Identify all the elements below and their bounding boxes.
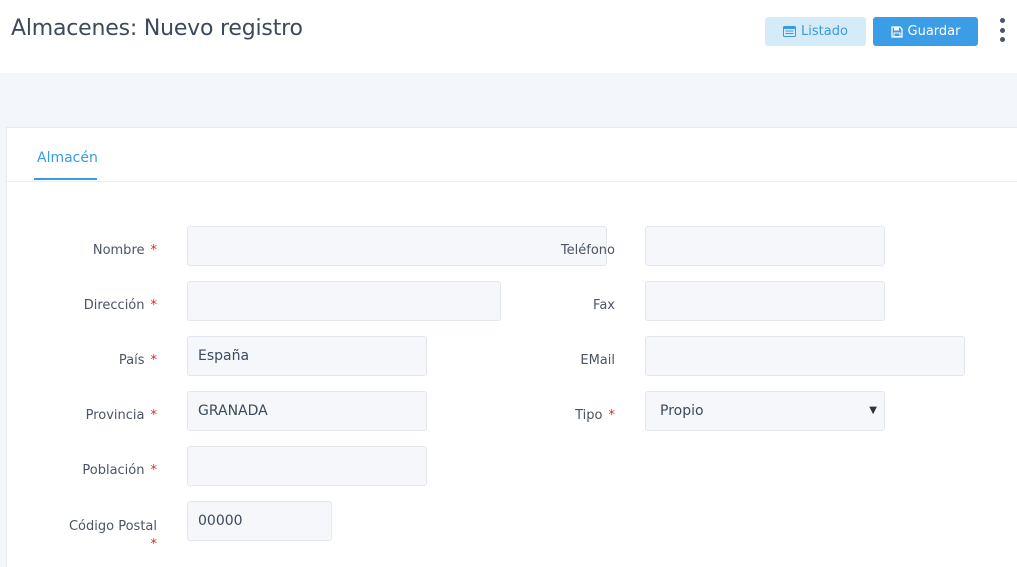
provincia-label: Provincia * xyxy=(85,408,158,423)
required-mark: * xyxy=(150,408,158,423)
page-title: Almacenes: Nuevo registro xyxy=(11,16,303,41)
pais-input[interactable] xyxy=(187,336,427,376)
tab-almacen[interactable]: Almacén xyxy=(35,150,100,166)
nombre-input[interactable] xyxy=(187,226,607,266)
tipo-select[interactable]: Propio ▼ xyxy=(645,391,885,431)
required-mark: * xyxy=(608,408,616,423)
telefono-label: Teléfono xyxy=(560,243,615,258)
listado-button[interactable]: Listado xyxy=(765,17,866,46)
guardar-label: Guardar xyxy=(907,24,961,39)
floppy-disk-icon xyxy=(890,25,903,38)
vertical-ellipsis-icon[interactable] xyxy=(994,18,1010,42)
dot xyxy=(999,27,1005,33)
codigo-postal-label: Código Postal * xyxy=(68,519,158,552)
required-mark: * xyxy=(150,463,158,478)
fax-label: Fax xyxy=(593,298,615,313)
tipo-selected-value: Propio xyxy=(660,403,704,419)
chevron-down-icon: ▼ xyxy=(869,405,877,416)
active-tab-indicator xyxy=(34,178,97,180)
email-label: EMail xyxy=(580,353,615,368)
dot xyxy=(999,18,1005,23)
dot xyxy=(999,37,1005,42)
email-input[interactable] xyxy=(645,336,965,376)
guardar-button[interactable]: Guardar xyxy=(873,17,978,46)
list-window-icon xyxy=(783,26,797,37)
required-mark: * xyxy=(150,537,158,552)
tab-bar: Almacén xyxy=(7,128,1017,182)
pais-label: País * xyxy=(118,353,158,368)
direccion-input[interactable] xyxy=(187,281,501,321)
required-mark: * xyxy=(150,298,158,313)
telefono-input[interactable] xyxy=(645,226,885,266)
provincia-input[interactable] xyxy=(187,391,427,431)
codigo-postal-input[interactable] xyxy=(187,501,332,541)
page-header: Almacenes: Nuevo registro Listado Guarda… xyxy=(0,0,1017,73)
required-mark: * xyxy=(150,353,158,368)
nombre-label: Nombre * xyxy=(92,243,158,258)
poblacion-label: Población * xyxy=(82,463,157,478)
required-mark: * xyxy=(150,243,158,258)
tipo-label: Tipo * xyxy=(575,408,615,423)
fax-input[interactable] xyxy=(645,281,885,321)
poblacion-input[interactable] xyxy=(187,446,427,486)
listado-label: Listado xyxy=(801,24,848,39)
direccion-label: Dirección * xyxy=(83,298,158,313)
